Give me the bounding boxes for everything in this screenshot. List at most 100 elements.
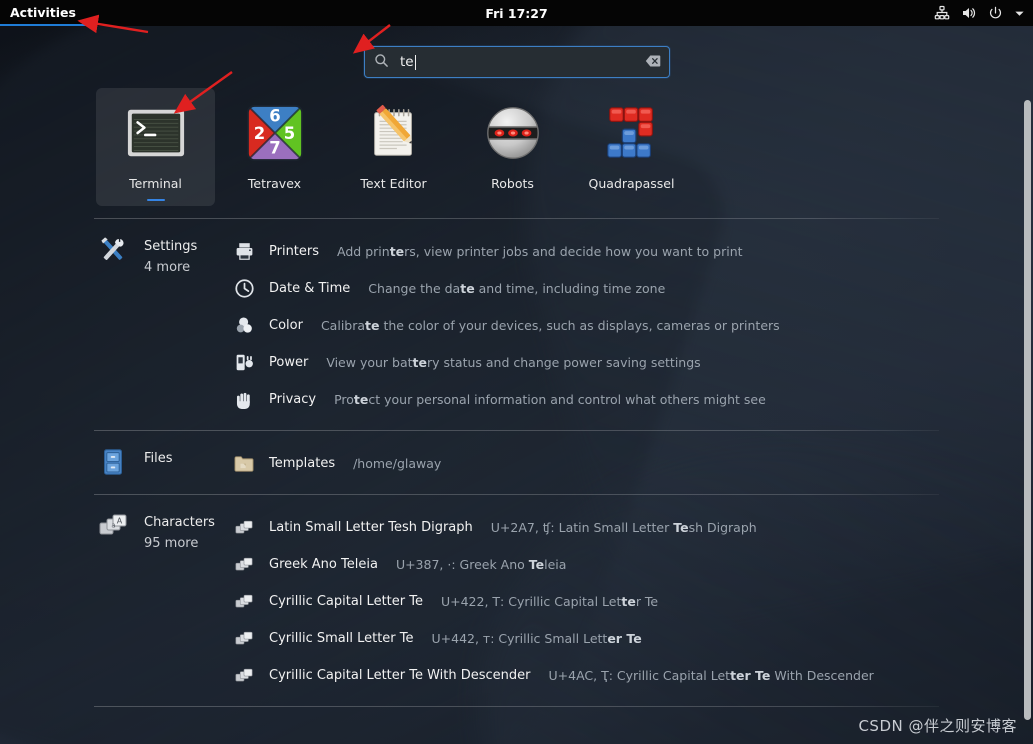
result-name: Templates [269, 456, 336, 471]
result-row[interactable]: Templates /home/glaway [232, 445, 953, 482]
result-description: Calibrate the color of your devices, suc… [320, 318, 780, 333]
results-scrollbar[interactable] [1024, 100, 1031, 720]
power-icon[interactable] [988, 6, 1003, 21]
result-description: Add printers, view printer jobs and deci… [337, 244, 743, 259]
tetravex-icon: 6 5 7 2 [242, 100, 308, 166]
app-results-row: Terminal 6 5 7 2 Tetravex Text Editor Ro… [0, 88, 1033, 218]
svg-text:7: 7 [269, 138, 280, 157]
result-section-settings: Settings 4 more Printers Add printers, v… [0, 219, 1033, 430]
watermark: CSDN @伴之则安博客 [858, 717, 1017, 735]
result-row[interactable]: Cyrillic Small Letter Te U+442, т: Cyril… [232, 620, 953, 657]
terminal-icon [123, 100, 189, 166]
result-name: Date & Time [269, 281, 351, 296]
result-description: View your battery status and change powe… [326, 355, 701, 370]
text-editor-icon [361, 100, 427, 166]
provider-name: Characters [144, 515, 215, 530]
svg-text:6: 6 [269, 106, 280, 125]
characters-icon [232, 516, 256, 540]
search-entry-wrapper[interactable]: te [364, 46, 670, 78]
app-label: Robots [491, 176, 534, 191]
app-label: Text Editor [360, 176, 427, 191]
provider-more: 95 more [144, 535, 199, 551]
result-name: Cyrillic Small Letter Te [269, 631, 414, 646]
characters-icon [232, 590, 256, 614]
provider-text: Settings 4 more [144, 233, 197, 276]
result-row[interactable]: Cyrillic Capital Letter Te U+422, Т: Cyr… [232, 583, 953, 620]
result-description: U+387, ·: Greek Ano Teleia [395, 557, 567, 572]
provider-text: Files [144, 445, 173, 468]
characters-icon [232, 627, 256, 651]
color-icon [232, 314, 256, 338]
svg-text:2: 2 [253, 124, 264, 143]
app-running-indicator [146, 199, 165, 201]
network-wired-icon[interactable] [934, 5, 950, 21]
result-row[interactable]: Date & Time Change the date and time, in… [232, 270, 953, 307]
app-result-terminal[interactable]: Terminal [96, 88, 215, 206]
app-result-tetravex[interactable]: 6 5 7 2 Tetravex [215, 88, 334, 206]
result-description: /home/glaway [353, 456, 442, 471]
result-description: Protect your personal information and co… [334, 392, 766, 407]
characters-icon: A a [96, 509, 130, 543]
settings-tools-icon [96, 233, 130, 267]
result-name: Power [269, 355, 309, 370]
result-row[interactable]: Greek Ano Teleia U+387, ·: Greek Ano Tel… [232, 546, 953, 583]
result-row[interactable]: Privacy Protect your personal informatio… [232, 381, 953, 418]
result-name: Cyrillic Capital Letter Te [269, 594, 423, 609]
provider-name: Files [144, 451, 173, 466]
clear-icon[interactable] [645, 53, 661, 72]
svg-text:A: A [117, 517, 123, 526]
result-name: Latin Small Letter Tesh Digraph [269, 520, 473, 535]
activities-button[interactable]: Activities [0, 0, 88, 26]
power-plug-icon [232, 351, 256, 375]
gnome-activities-overview: Activities Fri 17:27 te Terminal 6 5 7 2… [0, 0, 1033, 744]
search-icon [374, 53, 389, 72]
volume-icon[interactable] [961, 5, 977, 21]
characters-icon [232, 553, 256, 577]
result-section-files: Files Templates /home/glaway [0, 431, 1033, 494]
app-label: Terminal [129, 176, 182, 191]
result-row[interactable]: Latin Small Letter Tesh Digraph U+2A7, ʧ… [232, 509, 953, 546]
result-description: U+4AC, Ҭ: Cyrillic Capital Letter Te Wit… [548, 668, 874, 683]
result-name: Privacy [269, 392, 317, 407]
svg-text:a: a [111, 522, 115, 530]
clock-icon [232, 277, 256, 301]
system-status-area[interactable] [934, 0, 1025, 26]
search-input[interactable]: te [400, 54, 645, 70]
app-result-text-editor[interactable]: Text Editor [334, 88, 453, 206]
search-results-area: Terminal 6 5 7 2 Tetravex Text Editor Ro… [0, 88, 1033, 744]
provider-text: Characters 95 more [144, 509, 215, 552]
result-section-characters: A a Characters 95 more Latin Small Lette… [0, 495, 1033, 706]
result-row[interactable]: Printers Add printers, view printer jobs… [232, 233, 953, 270]
search-input-value: te [400, 54, 414, 70]
app-label: Quadrapassel [588, 176, 675, 191]
result-description: Change the date and time, including time… [368, 281, 666, 296]
app-label: Tetravex [247, 176, 302, 191]
clock-label[interactable]: Fri 17:27 [0, 6, 1033, 21]
result-description: U+2A7, ʧ: Latin Small Letter Tesh Digrap… [490, 520, 757, 535]
text-caret [414, 54, 416, 70]
svg-text:5: 5 [283, 124, 294, 143]
characters-icon [232, 664, 256, 688]
results-list-characters: Latin Small Letter Tesh Digraph U+2A7, ʧ… [232, 509, 1033, 694]
result-row[interactable]: Color Calibrate the color of your device… [232, 307, 953, 344]
result-name: Printers [269, 244, 320, 259]
folder-icon [232, 452, 256, 476]
quadrapassel-icon [599, 100, 665, 166]
result-name: Greek Ano Teleia [269, 557, 378, 572]
files-cabinet-icon [96, 445, 130, 479]
privacy-hand-icon [232, 388, 256, 412]
result-name: Cyrillic Capital Letter Te With Descende… [269, 668, 531, 683]
result-row[interactable]: Power View your battery status and chang… [232, 344, 953, 381]
result-name: Color [269, 318, 303, 333]
provider-characters[interactable]: A a Characters 95 more [0, 509, 232, 694]
result-description: U+422, Т: Cyrillic Capital Letter Te [440, 594, 659, 609]
top-bar: Activities Fri 17:27 [0, 0, 1033, 26]
provider-settings[interactable]: Settings 4 more [0, 233, 232, 418]
search-entry[interactable]: te [364, 46, 670, 78]
chevron-down-icon[interactable] [1014, 8, 1025, 19]
app-result-robots[interactable]: Robots [453, 88, 572, 206]
provider-files[interactable]: Files [0, 445, 232, 482]
result-row[interactable]: Cyrillic Capital Letter Te With Descende… [232, 657, 953, 694]
robots-icon [480, 100, 546, 166]
app-result-quadrapassel[interactable]: Quadrapassel [572, 88, 691, 206]
